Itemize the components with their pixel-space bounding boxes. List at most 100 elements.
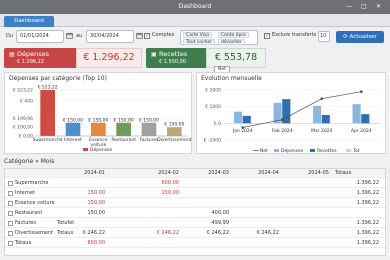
wallet-icon: ▤ (9, 51, 15, 58)
table-row[interactable]: Restaurant 150,00 400,00 (5, 209, 385, 218)
x-tick-label: Internet (64, 137, 82, 143)
data-label: € 150,00 (114, 117, 134, 123)
table-row[interactable]: Internet 150,00 150,00 1.396,22 (5, 189, 385, 198)
value-cell: € 246,22 (82, 230, 105, 236)
net-line (242, 91, 362, 128)
category-chart-panel: Dépenses par catégorie (Top 10) € 523,22… (4, 72, 192, 154)
category-cell: Supermarché (15, 180, 49, 186)
minimize-button[interactable]: — (346, 3, 352, 10)
window-title: Dashboard (178, 3, 212, 10)
value-cell (65, 179, 105, 188)
bar (65, 122, 81, 136)
row-checkbox[interactable] (8, 181, 13, 186)
bar (321, 115, 330, 124)
bar (40, 90, 56, 136)
y-tick-label: € 523,22 (13, 88, 33, 94)
dashboard-window: Dashboard — □ ✕ Dashboard Du 01/01/2024 … (0, 0, 390, 260)
row-checkbox[interactable] (8, 241, 13, 246)
category-month-grid: 2024-01 2024-02 2024-03 2024-04 2024-05 Totau… (4, 168, 386, 256)
calendar-icon[interactable] (136, 32, 143, 41)
row-checkbox[interactable] (8, 211, 13, 216)
from-date-field[interactable]: 01/01/2024 (16, 30, 64, 43)
net-point (320, 97, 324, 100)
value-cell (285, 229, 329, 238)
value-cell (285, 209, 329, 218)
row-checkbox[interactable] (8, 201, 13, 206)
close-button[interactable]: ✕ (376, 3, 381, 10)
account-chip[interactable]: Carte Visa (183, 32, 213, 38)
value-cell: 1.396,22 (356, 200, 379, 206)
value-cell (185, 239, 229, 248)
table-row[interactable]: Essence voiture 150,00 1.396,22 (5, 199, 385, 208)
y-tick-label: € 100,00 (13, 125, 33, 131)
value-cell: 1.396,22 (356, 240, 379, 246)
column-header: 2024-01 (84, 170, 105, 176)
legend-swatch (310, 149, 315, 152)
category-bar-chart: € 523,22 € 400 € 199,96 € 100,00 € 0,00 € 523… (13, 85, 192, 154)
column-header: 2024-03 (208, 170, 229, 176)
value-cell (235, 179, 279, 188)
maximize-button[interactable]: □ (361, 3, 367, 10)
monthly-chart-panel: Évolution mensuelle € 2000 € 1000 € 0 € -10… (196, 72, 386, 154)
value-cell: € 246,22 (156, 230, 179, 236)
y-tick-label: € 0 (214, 121, 221, 127)
value-cell: € 246,22 (256, 230, 279, 236)
bar (90, 122, 106, 136)
accounts-checkbox[interactable]: ✓ (144, 33, 150, 39)
legend-swatch (83, 148, 88, 151)
value-cell: 499,99 (211, 220, 230, 226)
y-tick-label: € 0,00 (19, 134, 33, 140)
table-row[interactable]: Totaux 600,00 1.396,22 (5, 239, 385, 248)
deselect-all-chip[interactable]: décocher (218, 39, 245, 45)
y-tick-label: € -1000 (204, 138, 222, 144)
table-row[interactable]: Factures Totufet 499,99 1.396,22 (5, 219, 385, 228)
kpi-income-sub: € 1.550,00 (159, 59, 187, 65)
value-cell: 150,00 (87, 200, 106, 206)
bar (361, 114, 370, 124)
value-cell (285, 199, 329, 208)
value-cell (285, 219, 329, 228)
value-cell: 1.396,22 (356, 230, 379, 236)
value-cell: 400,00 (211, 210, 230, 216)
top-n-field[interactable]: 10 (318, 31, 330, 42)
to-date-field[interactable]: 30/04/2024 (86, 30, 134, 43)
row-checkbox[interactable] (8, 191, 13, 196)
column-header: 2024-05 (308, 170, 329, 176)
net-point (241, 126, 245, 129)
kpi-income-value: € 553,78 (206, 48, 266, 68)
value-cell (135, 239, 179, 248)
x-tick-label: Divertissement (157, 137, 191, 143)
select-all-chip[interactable]: Tout cocher (183, 39, 215, 45)
account-chip[interactable]: Conte épro (218, 32, 249, 38)
refresh-icon: ⟳ (343, 34, 348, 40)
legend-swatch (274, 149, 279, 152)
grid-header-row: 2024-01 2024-02 2024-03 2024-04 2024-05 Totau… (5, 169, 385, 178)
tab-dashboard[interactable]: Dashboard (4, 16, 54, 27)
grid-title: Catégorie » Mois (4, 158, 55, 165)
legend-label: Recettes (317, 148, 337, 154)
x-tick-label: Mar 2024 (311, 128, 333, 134)
calendar-icon[interactable] (66, 32, 73, 41)
accounts-multiselect[interactable]: Carte Visa Conte épro Tout cocher décoch… (180, 30, 258, 45)
value-cell: 150,00 (87, 190, 106, 196)
table-row[interactable]: Supermarché 600,00 1.396,22 (5, 179, 385, 188)
data-label: € 150,00 (139, 117, 159, 123)
net-point (359, 90, 363, 93)
kpi-income-label: Recettes (159, 50, 188, 58)
value-cell (65, 219, 105, 228)
net-point (280, 118, 284, 121)
row-checkbox[interactable] (8, 231, 13, 236)
bar (234, 111, 243, 124)
row-checkbox[interactable] (8, 221, 13, 226)
table-row[interactable]: Divertissement Totaux € 246,22 € 246,22 € 24… (5, 229, 385, 238)
refresh-button[interactable]: ⟳ Actualiser (336, 31, 384, 43)
legend-label: Dépenses (90, 146, 113, 153)
column-header: 2024-02 (158, 170, 179, 176)
kpi-expenses-value: € 1.296,22 (76, 48, 142, 68)
exclude-transfers-checkbox[interactable]: ✓ (264, 33, 270, 39)
value-cell: 150,00 (87, 210, 106, 216)
value-cell (185, 189, 229, 198)
x-tick-label: Supermarché (33, 136, 63, 143)
kpi-expenses: ▤ Dépenses € 1.296,22 € 1.296,22 (4, 48, 142, 68)
from-label: Du (6, 33, 14, 39)
